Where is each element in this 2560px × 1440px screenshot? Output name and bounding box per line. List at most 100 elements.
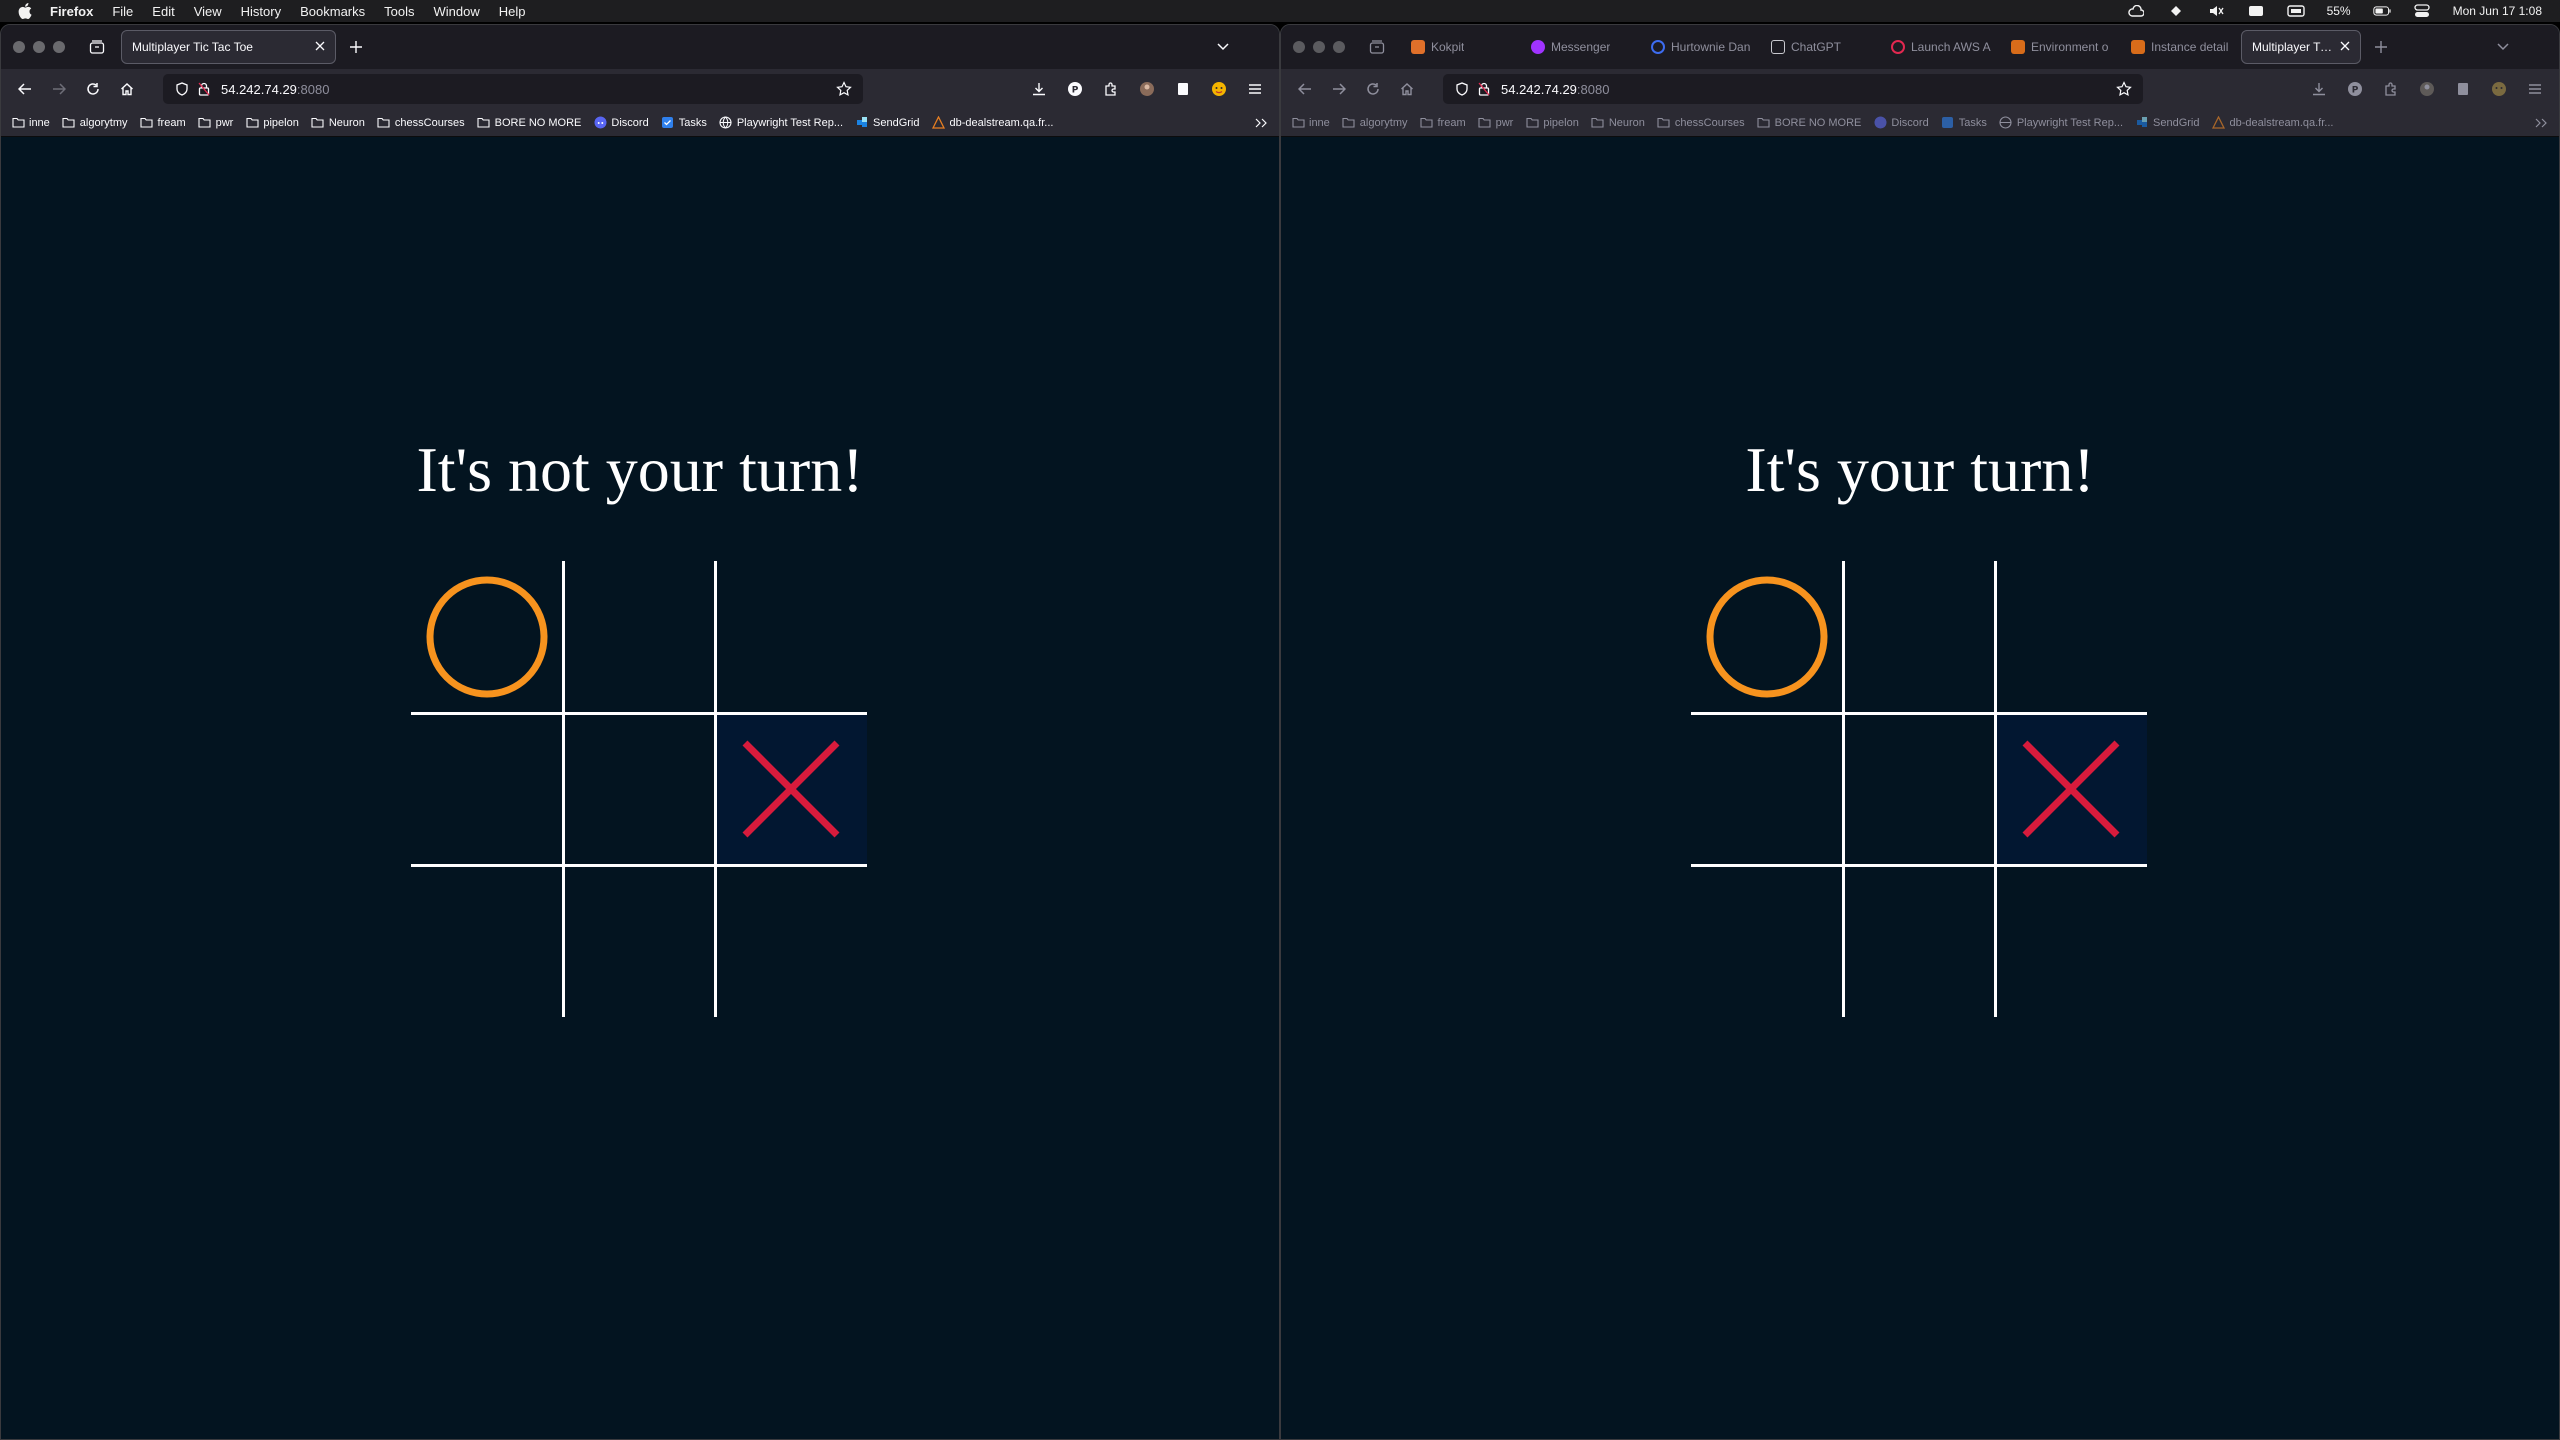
minimize-window-button[interactable] <box>1313 41 1325 53</box>
bookmark-star-icon[interactable] <box>2113 81 2135 97</box>
zoom-window-button[interactable] <box>53 41 65 53</box>
board-cell-3-1[interactable] <box>1691 865 1843 1017</box>
lock-icon[interactable] <box>1473 82 1495 96</box>
board-cell-1-2[interactable] <box>563 561 715 713</box>
bookmark-sendgrid[interactable]: SendGrid <box>2135 117 2200 129</box>
tab-chatgpt[interactable]: ChatGPT <box>1761 30 1881 64</box>
close-tab-icon[interactable] <box>2340 40 2350 54</box>
board-cell-3-3[interactable] <box>715 865 867 1017</box>
board-cell-2-2[interactable] <box>1843 713 1995 865</box>
bookmark-folder[interactable]: chessCourses <box>1657 117 1745 129</box>
tab-messenger[interactable]: Messenger <box>1521 30 1641 64</box>
control-center-icon[interactable] <box>2413 4 2431 18</box>
back-arrow-icon[interactable] <box>9 73 41 105</box>
bookmark-star-icon[interactable] <box>833 81 855 97</box>
forward-arrow-icon[interactable] <box>43 73 75 105</box>
bookmark-dealstream[interactable]: db-dealstream.qa.fr... <box>2212 116 2333 129</box>
downloads-icon[interactable] <box>2303 73 2335 105</box>
bookmark-folder[interactable]: chessCourses <box>377 117 465 129</box>
chevron-down-icon[interactable] <box>2491 35 2515 59</box>
hamburger-menu-icon[interactable] <box>2519 73 2551 105</box>
board-cell-2-3[interactable] <box>715 713 867 865</box>
board-cell-1-3[interactable] <box>1995 561 2147 713</box>
account-avatar-icon[interactable] <box>1131 73 1163 105</box>
bookmark-playwright[interactable]: Playwright Test Rep... <box>719 116 843 129</box>
tab-launch-aws[interactable]: Launch AWS A <box>1881 30 2001 64</box>
bookmark-folder[interactable]: Neuron <box>1591 117 1645 129</box>
menu-view[interactable]: View <box>194 4 222 19</box>
bookmark-folder[interactable]: Neuron <box>311 117 365 129</box>
bookmark-folder[interactable]: BORE NO MORE <box>477 117 581 129</box>
menu-tools[interactable]: Tools <box>384 4 414 19</box>
chevron-right-double-icon[interactable] <box>2533 115 2549 131</box>
clock[interactable]: Mon Jun 17 1:08 <box>2453 4 2542 18</box>
tab-hurtownie[interactable]: Hurtownie Dan <box>1641 30 1761 64</box>
url-bar[interactable]: 54.242.74.29:8080 <box>1443 74 2143 104</box>
home-icon[interactable] <box>1391 73 1423 105</box>
board-cell-2-1[interactable] <box>411 713 563 865</box>
back-arrow-icon[interactable] <box>1289 73 1321 105</box>
board-cell-1-2[interactable] <box>1843 561 1995 713</box>
tab-instance-details[interactable]: Instance detail <box>2121 30 2241 64</box>
bookmark-folder[interactable]: pipelon <box>1525 117 1579 129</box>
hamburger-menu-icon[interactable] <box>1239 73 1271 105</box>
new-tab-button[interactable] <box>2367 33 2395 61</box>
pocket-extension-icon[interactable]: P <box>1059 73 1091 105</box>
account-avatar-icon[interactable] <box>2411 73 2443 105</box>
menu-help[interactable]: Help <box>499 4 526 19</box>
lock-icon[interactable] <box>193 82 215 96</box>
shield-icon[interactable] <box>1451 82 1473 96</box>
bookmark-sendgrid[interactable]: SendGrid <box>855 117 920 129</box>
new-tab-button[interactable] <box>342 33 370 61</box>
bookmark-folder[interactable]: BORE NO MORE <box>1757 117 1861 129</box>
url-bar[interactable]: 54.242.74.29:8080 <box>163 74 863 104</box>
downloads-icon[interactable] <box>1023 73 1055 105</box>
board-cell-2-1[interactable] <box>1691 713 1843 865</box>
extension-face-icon[interactable] <box>2483 73 2515 105</box>
menu-bookmarks[interactable]: Bookmarks <box>300 4 365 19</box>
close-window-button[interactable] <box>1293 41 1305 53</box>
bookmark-folder[interactable]: pwr <box>1478 117 1513 129</box>
forward-arrow-icon[interactable] <box>1323 73 1355 105</box>
bookmark-folder[interactable]: fream <box>1419 117 1466 129</box>
board-cell-2-2[interactable] <box>563 713 715 865</box>
shield-icon[interactable] <box>171 82 193 96</box>
pocket-extension-icon[interactable]: P <box>2339 73 2371 105</box>
board-cell-1-3[interactable] <box>715 561 867 713</box>
bookmark-folder[interactable]: inne <box>1291 117 1330 129</box>
keyboard-icon[interactable] <box>2247 4 2265 18</box>
extensions-puzzle-icon[interactable] <box>1095 73 1127 105</box>
board-cell-3-3[interactable] <box>1995 865 2147 1017</box>
close-window-button[interactable] <box>13 41 25 53</box>
bookmark-folder[interactable]: algorytmy <box>1342 117 1407 129</box>
board-cell-3-1[interactable] <box>411 865 563 1017</box>
bookmark-folder[interactable]: pwr <box>198 117 233 129</box>
menu-firefox[interactable]: Firefox <box>50 4 93 19</box>
reader-view-icon[interactable] <box>1167 73 1199 105</box>
zoom-window-button[interactable] <box>1333 41 1345 53</box>
board-cell-3-2[interactable] <box>563 865 715 1017</box>
bookmark-playwright[interactable]: Playwright Test Rep... <box>1999 116 2123 129</box>
bookmark-discord[interactable]: Discord <box>593 116 649 129</box>
extension-face-icon[interactable] <box>1203 73 1235 105</box>
app-status-icon[interactable] <box>2167 4 2185 18</box>
reload-icon[interactable] <box>1357 73 1389 105</box>
bookmark-tasks[interactable]: Tasks <box>1941 117 1987 129</box>
reload-icon[interactable] <box>77 73 109 105</box>
battery-icon[interactable] <box>2372 4 2391 18</box>
menu-edit[interactable]: Edit <box>152 4 174 19</box>
extensions-puzzle-icon[interactable] <box>2375 73 2407 105</box>
bookmark-folder[interactable]: algorytmy <box>62 117 127 129</box>
firefox-view-icon[interactable] <box>83 33 111 61</box>
board-cell-1-1[interactable] <box>411 561 563 713</box>
home-icon[interactable] <box>111 73 143 105</box>
menu-file[interactable]: File <box>112 4 133 19</box>
close-tab-icon[interactable] <box>315 40 325 54</box>
display-icon[interactable] <box>2286 4 2305 18</box>
bookmark-folder[interactable]: inne <box>11 117 50 129</box>
tab-environment[interactable]: Environment o <box>2001 30 2121 64</box>
board-cell-3-2[interactable] <box>1843 865 1995 1017</box>
minimize-window-button[interactable] <box>33 41 45 53</box>
bookmark-tasks[interactable]: Tasks <box>661 117 707 129</box>
apple-logo-icon[interactable] <box>18 3 36 19</box>
